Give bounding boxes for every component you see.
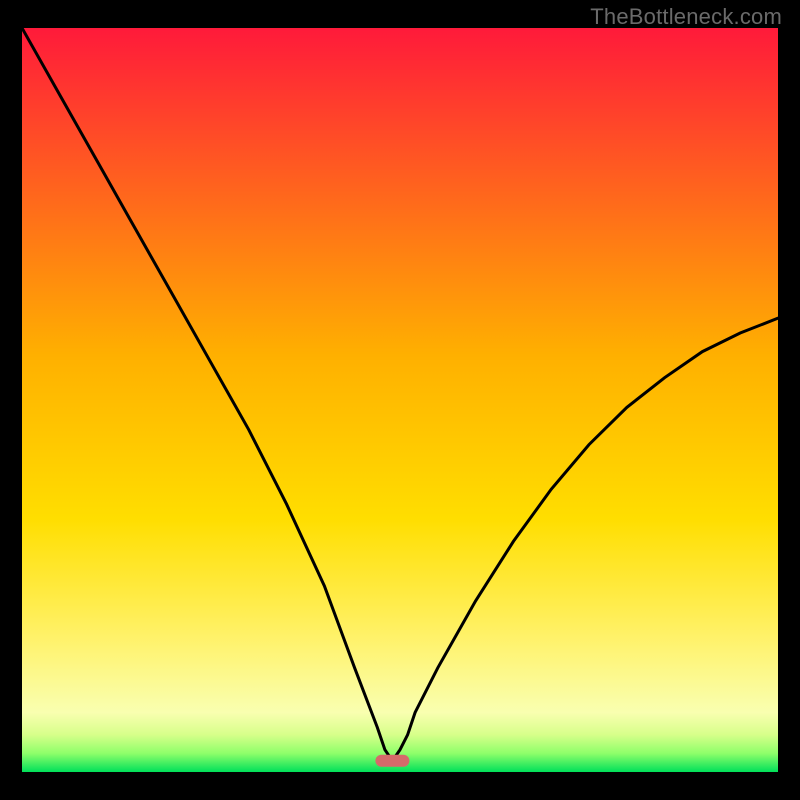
watermark: TheBottleneck.com [590, 4, 782, 30]
optimal-marker [375, 755, 409, 767]
bottleneck-chart [22, 28, 778, 772]
plot-area [22, 28, 778, 772]
gradient-background [22, 28, 778, 772]
chart-frame: TheBottleneck.com [0, 0, 800, 800]
